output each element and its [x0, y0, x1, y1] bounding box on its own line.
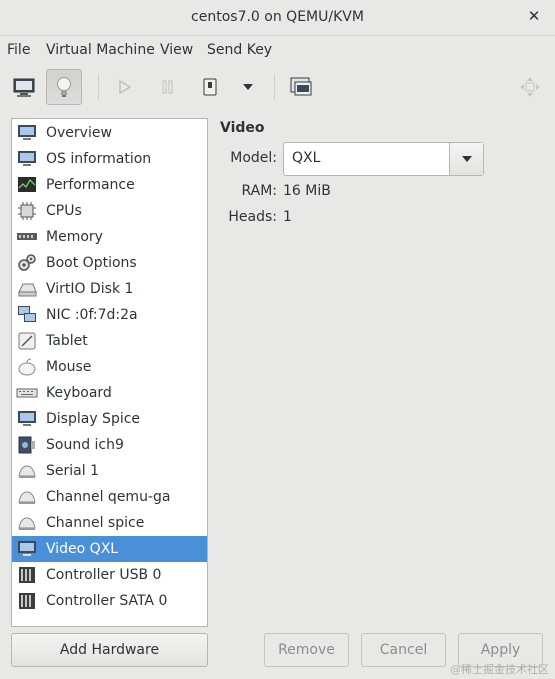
sidebar-item-label: Serial 1	[46, 463, 99, 479]
sidebar-item-sound-ich9[interactable]: Sound ich9	[12, 432, 207, 458]
controller-icon	[16, 591, 38, 611]
monitor-icon	[16, 539, 38, 559]
watermark: @稀土掘金技术社区	[450, 663, 549, 676]
sidebar-item-mouse[interactable]: Mouse	[12, 354, 207, 380]
sidebar-item-label: Controller SATA 0	[46, 593, 168, 609]
close-icon[interactable]: ✕	[525, 7, 543, 25]
monitor-icon[interactable]	[6, 69, 42, 105]
sidebar-item-label: Boot Options	[46, 255, 137, 271]
power-icon[interactable]	[192, 69, 228, 105]
chevron-down-icon[interactable]	[230, 69, 266, 105]
menu-virtual-machine[interactable]: Virtual Machine	[46, 42, 155, 58]
sidebar-item-label: CPUs	[46, 203, 82, 219]
disk-icon	[16, 279, 38, 299]
console-icon[interactable]	[283, 69, 319, 105]
fullscreen-icon[interactable]	[512, 69, 548, 105]
heads-value: 1	[283, 209, 292, 225]
sidebar-item-performance[interactable]: Performance	[12, 172, 207, 198]
sidebar-item-label: Mouse	[46, 359, 92, 375]
sidebar-item-os-information[interactable]: OS information	[12, 146, 207, 172]
sidebar-item-nic[interactable]: NIC :0f:7d:2a	[12, 302, 207, 328]
sidebar-item-label: VirtIO Disk 1	[46, 281, 134, 297]
remove-button[interactable]: Remove	[264, 633, 349, 667]
sidebar-item-label: Keyboard	[46, 385, 112, 401]
add-hardware-button[interactable]: Add Hardware	[11, 633, 208, 667]
model-select-value: QXL	[292, 150, 321, 166]
sidebar-item-memory[interactable]: Memory	[12, 224, 207, 250]
ram-value: 16 MiB	[283, 183, 331, 199]
monitor-icon	[16, 149, 38, 169]
toolbar	[0, 66, 555, 110]
lightbulb-icon[interactable]	[46, 69, 82, 105]
sidebar-item-controller-sata-0[interactable]: Controller SATA 0	[12, 588, 207, 614]
window-title: centos7.0 on QEMU/KVM	[191, 9, 364, 25]
monitor-icon	[16, 123, 38, 143]
sidebar-item-video-qxl[interactable]: Video QXL	[12, 536, 207, 562]
section-title: Video	[220, 120, 265, 136]
graph-icon	[16, 175, 38, 195]
memory-icon	[16, 227, 38, 247]
toolbar-separator	[98, 74, 99, 100]
channel-icon	[16, 513, 38, 533]
menu-view[interactable]: View	[160, 42, 193, 58]
serial-icon	[16, 461, 38, 481]
sidebar-item-label: Performance	[46, 177, 135, 193]
pause-icon[interactable]	[150, 69, 186, 105]
tablet-icon	[16, 331, 38, 351]
network-icon	[16, 305, 38, 325]
sidebar-item-label: Controller USB 0	[46, 567, 162, 583]
gears-icon	[16, 253, 38, 273]
sidebar-item-label: NIC :0f:7d:2a	[46, 307, 138, 323]
channel-icon	[16, 487, 38, 507]
play-icon[interactable]	[106, 69, 142, 105]
sidebar-item-label: OS information	[46, 151, 152, 167]
sidebar-item-channel-spice[interactable]: Channel spice	[12, 510, 207, 536]
sidebar-item-display-spice[interactable]: Display Spice	[12, 406, 207, 432]
heads-label: Heads:	[228, 209, 277, 225]
sound-card-icon	[16, 435, 38, 455]
sidebar-item-serial-1[interactable]: Serial 1	[12, 458, 207, 484]
sidebar-item-label: Memory	[46, 229, 103, 245]
menu-file[interactable]: File	[7, 42, 30, 58]
sidebar-item-channel-qemu-ga[interactable]: Channel qemu-ga	[12, 484, 207, 510]
monitor-icon	[16, 409, 38, 429]
sidebar-item-boot-options[interactable]: Boot Options	[12, 250, 207, 276]
mouse-icon	[16, 357, 38, 377]
controller-icon	[16, 565, 38, 585]
cancel-button[interactable]: Cancel	[361, 633, 446, 667]
sidebar-item-label: Video QXL	[46, 541, 119, 557]
model-select[interactable]: QXL	[283, 142, 484, 176]
sidebar-item-overview[interactable]: Overview	[12, 120, 207, 146]
menu-bar: File Virtual Machine View Send Key	[0, 37, 555, 65]
model-label: Model:	[230, 150, 277, 166]
sidebar-item-tablet[interactable]: Tablet	[12, 328, 207, 354]
chip-icon	[16, 201, 38, 221]
sidebar-item-label: Tablet	[46, 333, 88, 349]
sidebar-item-label: Channel qemu-ga	[46, 489, 171, 505]
menu-send-key[interactable]: Send Key	[207, 42, 272, 58]
sidebar-item-controller-usb-0[interactable]: Controller USB 0	[12, 562, 207, 588]
keyboard-icon	[16, 383, 38, 403]
chevron-down-icon[interactable]	[449, 143, 483, 175]
ram-label: RAM:	[241, 183, 277, 199]
hardware-list: Overview OS information Performance CPUs…	[11, 118, 208, 627]
sidebar-item-label: Channel spice	[46, 515, 145, 531]
sidebar-item-label: Display Spice	[46, 411, 141, 427]
sidebar-item-cpus[interactable]: CPUs	[12, 198, 207, 224]
toolbar-separator	[274, 74, 275, 100]
sidebar-item-label: Overview	[46, 125, 112, 141]
title-bar: centos7.0 on QEMU/KVM ✕	[0, 0, 555, 36]
sidebar-item-keyboard[interactable]: Keyboard	[12, 380, 207, 406]
sidebar-item-label: Sound ich9	[46, 437, 124, 453]
sidebar-item-virtio-disk-1[interactable]: VirtIO Disk 1	[12, 276, 207, 302]
